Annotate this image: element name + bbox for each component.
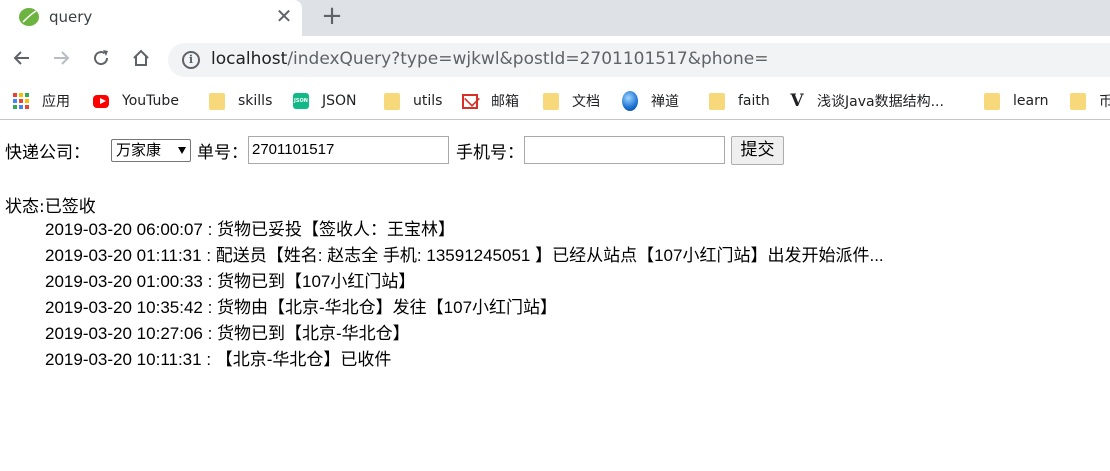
tracking-record: 2019-03-20 10:27:06 : 货物已到【北京-华北仓】 — [45, 324, 410, 343]
new-tab-icon[interactable]: + — [318, 2, 346, 30]
bookmark-utils[interactable]: utils — [384, 91, 442, 111]
bookmark-skills[interactable]: skills — [209, 91, 272, 111]
bookmark-coin[interactable]: 币 — [1070, 91, 1110, 111]
browser-toolbar: i localhost/indexQuery?type=wjkwl&postId… — [0, 36, 1110, 82]
company-label: 快递公司： — [5, 142, 90, 163]
bookmarks-bar: 应用 YouTube skills JSON JSON utils 邮箱 文档 … — [0, 82, 1110, 120]
dropdown-arrow-icon — [178, 146, 186, 154]
site-logo-icon: V — [790, 91, 804, 111]
json-icon: JSON — [293, 93, 309, 109]
tracking-record: 2019-03-20 01:11:31 : 配送员【姓名: 赵志全 手机: 13… — [45, 246, 884, 265]
folder-icon — [709, 92, 725, 110]
phone-label: 手机号： — [456, 142, 524, 163]
home-icon[interactable] — [128, 45, 154, 71]
bookmark-youtube[interactable]: YouTube — [93, 91, 179, 111]
tracking-record: 2019-03-20 10:35:42 : 货物由【北京-华北仓】发往【107小… — [45, 298, 558, 317]
tracking-record: 2019-03-20 01:00:33 : 货物已到【107小红门站】 — [45, 272, 416, 291]
address-bar[interactable]: i localhost/indexQuery?type=wjkwl&postId… — [168, 43, 1110, 77]
close-tab-icon[interactable]: ✕ — [273, 5, 295, 27]
bookmark-java-article[interactable]: V 浅谈Java数据结构... — [789, 91, 944, 111]
back-icon[interactable] — [9, 45, 35, 71]
spring-leaf-icon — [19, 8, 39, 26]
bookmark-mail[interactable]: 邮箱 — [462, 91, 519, 111]
submit-button[interactable]: 提交 — [731, 135, 784, 165]
reload-icon[interactable] — [88, 45, 114, 71]
folder-icon — [984, 92, 1000, 110]
folder-icon — [1070, 92, 1086, 110]
company-select[interactable]: 万家康 — [111, 138, 191, 162]
bookmark-learn[interactable]: learn — [984, 91, 1048, 111]
tracking-record: 2019-03-20 06:00:07 : 货物已妥投【签收人：王宝林】 — [45, 220, 456, 239]
bookmark-zentao[interactable]: 禅道 — [622, 91, 679, 111]
bookmark-docs[interactable]: 文档 — [543, 91, 600, 111]
mail-icon — [462, 93, 478, 109]
tracking-list: 2019-03-20 06:00:07 : 货物已妥投【签收人：王宝林】 201… — [45, 217, 884, 373]
url-text[interactable]: localhost/indexQuery?type=wjkwl&postId=2… — [211, 49, 768, 69]
query-form: 快递公司： 万家康 单号： 2701101517 手机号： 提交 — [5, 135, 784, 165]
folder-icon — [543, 92, 559, 110]
postid-input[interactable]: 2701101517 — [248, 136, 449, 164]
info-icon[interactable]: i — [182, 51, 200, 69]
forward-icon[interactable] — [48, 45, 74, 71]
apps-icon — [13, 93, 29, 109]
bookmark-json[interactable]: JSON JSON — [293, 91, 357, 111]
postid-label: 单号： — [197, 142, 248, 163]
status-text: 状态:已签收 — [5, 197, 96, 217]
bookmark-apps[interactable]: 应用 — [13, 91, 70, 111]
tab-strip: query ✕ + — [0, 0, 1110, 36]
phone-input[interactable] — [524, 136, 725, 164]
globe-icon — [622, 91, 638, 111]
youtube-icon — [93, 94, 109, 108]
folder-icon — [209, 92, 225, 110]
folder-icon — [384, 92, 400, 110]
tab-title: query — [49, 8, 93, 26]
tab-query[interactable]: query ✕ — [0, 0, 302, 36]
tracking-record: 2019-03-20 10:11:31 : 【北京-华北仓】已收件 — [45, 350, 392, 369]
page-content: 快递公司： 万家康 单号： 2701101517 手机号： 提交 状态:已签收 … — [0, 121, 1110, 471]
bookmark-faith[interactable]: faith — [709, 91, 770, 111]
